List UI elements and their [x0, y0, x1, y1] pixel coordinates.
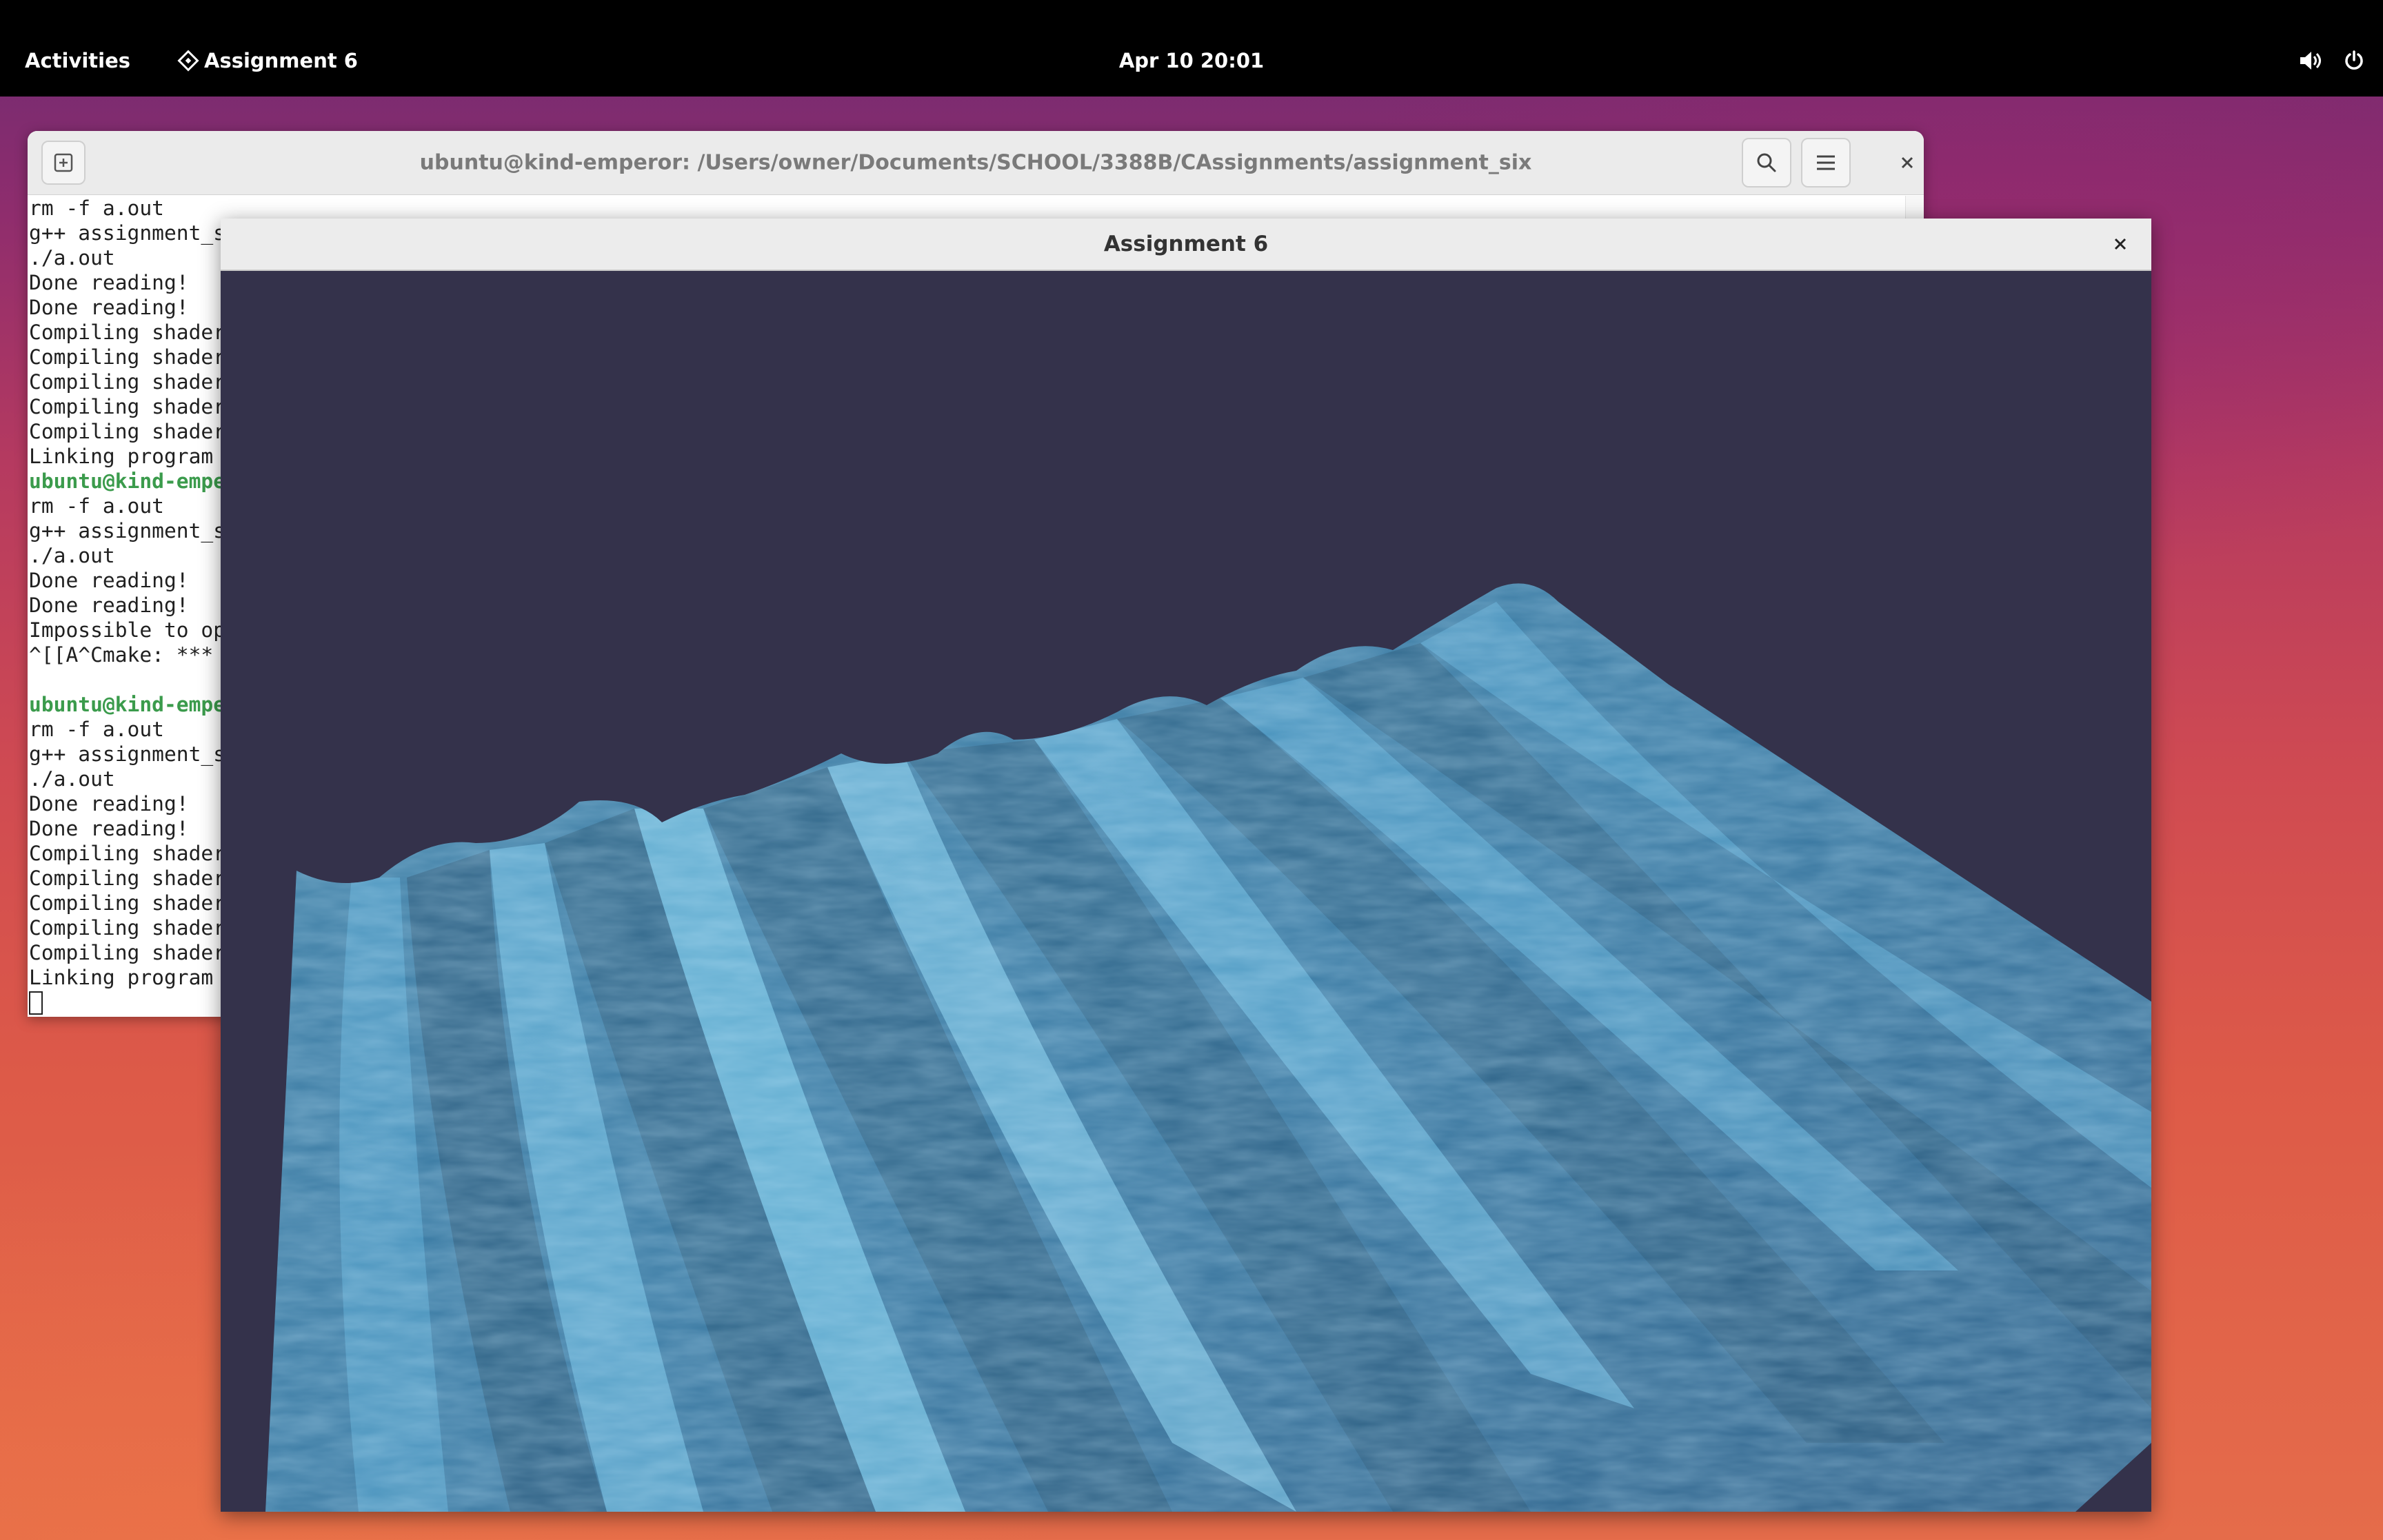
close-icon	[2114, 238, 2126, 250]
opengl-close-button[interactable]	[2102, 225, 2139, 263]
opengl-window-header[interactable]: Assignment 6	[221, 219, 2151, 271]
new-tab-button[interactable]	[41, 141, 86, 185]
close-icon	[1901, 156, 1913, 169]
terminal-output-line: rm -f a.out	[29, 196, 164, 220]
system-tray[interactable]	[2299, 50, 2365, 72]
top-bar: Activities Assignment 6 Apr 10 20:01	[0, 0, 2383, 97]
volume-icon[interactable]	[2299, 50, 2322, 71]
terminal-search-button[interactable]	[1742, 138, 1791, 188]
power-icon[interactable]	[2343, 50, 2365, 72]
terminal-header[interactable]: ubuntu@kind-emperor: /Users/owner/Docume…	[28, 131, 1924, 195]
rendered-water-surface[interactable]	[221, 271, 2151, 1512]
opengl-window[interactable]: Assignment 6	[221, 219, 2151, 1512]
search-icon	[1757, 153, 1776, 172]
terminal-title: ubuntu@kind-emperor: /Users/owner/Docume…	[419, 150, 1532, 175]
terminal-close-button[interactable]	[1889, 145, 1924, 181]
hamburger-menu-icon	[1817, 155, 1835, 170]
terminal-menu-button[interactable]	[1801, 138, 1851, 188]
new-tab-icon	[54, 153, 73, 172]
activities-button[interactable]: Activities	[25, 49, 130, 72]
app-menu-button[interactable]: Assignment 6	[177, 49, 358, 72]
terminal-cursor	[29, 991, 43, 1015]
app-diamond-icon	[177, 50, 199, 72]
clock[interactable]: Apr 10 20:01	[1119, 49, 1264, 72]
opengl-window-title: Assignment 6	[1103, 232, 1269, 256]
app-menu-label: Assignment 6	[204, 49, 358, 72]
